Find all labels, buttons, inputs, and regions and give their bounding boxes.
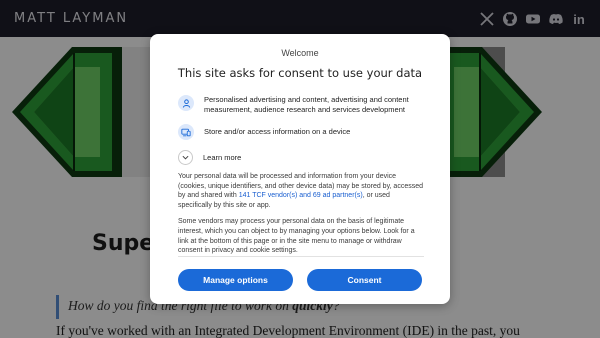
- chevron-down-icon: [178, 150, 193, 165]
- consent-paragraph: Some vendors may process your personal d…: [178, 218, 415, 255]
- purpose-storage: Store and/or access information on a dev…: [178, 124, 434, 140]
- divider: [178, 256, 424, 257]
- consent-paragraph: Your personal data will be processed and…: [178, 172, 424, 210]
- consent-button[interactable]: Consent: [307, 269, 422, 291]
- dialog-title: This site asks for consent to use your d…: [177, 66, 423, 80]
- consent-dialog: Welcome This site asks for consent to us…: [150, 34, 450, 304]
- manage-options-button[interactable]: Manage options: [178, 269, 293, 291]
- purpose-advertising: Personalised advertising and content, ad…: [178, 95, 434, 115]
- purpose-text: Personalised advertising and content, ad…: [204, 95, 409, 114]
- vendors-link[interactable]: 141 TCF vendor(s) and 69 ad partner(s): [239, 192, 363, 199]
- learn-more-label: Learn more: [203, 153, 242, 162]
- person-icon: [178, 95, 194, 111]
- learn-more-toggle[interactable]: Learn more: [178, 150, 241, 165]
- device-icon: [178, 124, 194, 140]
- purpose-text: Store and/or access information on a dev…: [204, 127, 351, 136]
- consent-details[interactable]: Your personal data will be processed and…: [178, 172, 424, 258]
- dialog-welcome: Welcome: [281, 48, 319, 58]
